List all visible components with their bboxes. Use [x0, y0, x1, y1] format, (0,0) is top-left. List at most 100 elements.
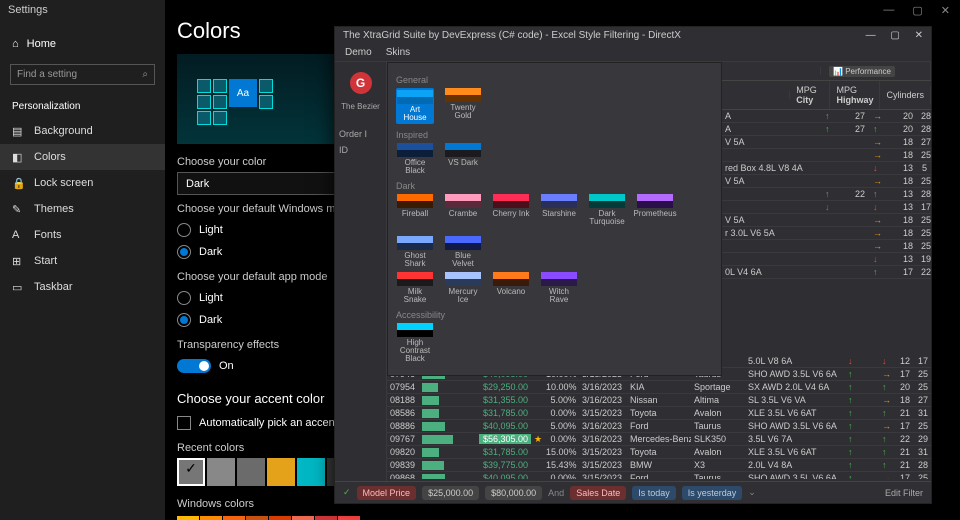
sidebar-item-colors[interactable]: ◧Colors: [0, 144, 165, 170]
table-row[interactable]: 09767$56,305.00★0.00%3/16/2023Mercedes-B…: [387, 433, 931, 446]
grid-row[interactable]: V 5A→1825: [721, 175, 931, 188]
chip-from[interactable]: $25,000.00: [422, 486, 479, 500]
sidebar-item-themes[interactable]: ✎Themes: [0, 196, 165, 222]
skin-twenty-gold[interactable]: Twenty Gold: [444, 88, 482, 124]
window-controls: — ▢ ✕: [873, 0, 960, 21]
skin-fireball[interactable]: Fireball: [396, 194, 434, 226]
dx-menu-skins[interactable]: Skins: [386, 47, 410, 58]
table-row[interactable]: 08586$31,785.000.00%3/15/2023ToyotaAvalo…: [387, 407, 931, 420]
chip-sales-date[interactable]: Sales Date: [570, 486, 626, 500]
sidebar-home[interactable]: ⌂ Home: [0, 30, 165, 58]
sidebar-item-lock-screen[interactable]: 🔒Lock screen: [0, 170, 165, 196]
sidebar-icon: ⊞: [12, 255, 24, 267]
recent-swatch[interactable]: [207, 458, 235, 486]
edit-filter-button[interactable]: Edit Filter: [885, 488, 923, 498]
grid-row[interactable]: A↑27↑2028: [721, 123, 931, 136]
skin-vs-dark[interactable]: VS Dark: [444, 143, 482, 175]
color-mode-value: Dark: [186, 178, 209, 190]
table-row[interactable]: 08886$40,095.005.00%3/16/2023FordTaurusS…: [387, 420, 931, 433]
grid-row[interactable]: 0L V4 6A↑1722: [721, 266, 931, 279]
sidebar-group-label: Personalization: [0, 91, 165, 118]
windows-color-swatch[interactable]: [338, 516, 360, 520]
skin-office-black[interactable]: Office Black: [396, 143, 434, 175]
grid-row[interactable]: →1825: [721, 240, 931, 253]
recent-swatch[interactable]: [297, 458, 325, 486]
windows-color-swatch[interactable]: [177, 516, 199, 520]
search-input[interactable]: Find a setting ⌕: [10, 64, 155, 85]
skin-prometheus[interactable]: Prometheus: [636, 194, 674, 226]
transparency-toggle[interactable]: [177, 359, 211, 373]
table-row[interactable]: 09820$31,785.0015.00%3/15/2023ToyotaAval…: [387, 446, 931, 459]
windows-colors: [177, 516, 960, 520]
grid-row[interactable]: A↑27→2028: [721, 110, 931, 123]
skin-mercury-ice[interactable]: Mercury Ice: [444, 272, 482, 304]
toggle-on-label: On: [219, 360, 234, 372]
dx-min-icon[interactable]: —: [866, 30, 876, 41]
grid-row[interactable]: →1825: [721, 149, 931, 162]
search-placeholder: Find a setting: [17, 69, 77, 80]
grid-row[interactable]: ↓↓1317: [721, 201, 931, 214]
table-row[interactable]: 08188$31,355.005.00%3/16/2023NissanAltim…: [387, 394, 931, 407]
table-row[interactable]: 07954$29,250.0010.00%3/16/2023KIASportag…: [387, 381, 931, 394]
windows-color-swatch[interactable]: [223, 516, 245, 520]
home-label: Home: [27, 38, 56, 50]
chip-more-icon[interactable]: ⌄: [748, 487, 756, 498]
table-row[interactable]: 09839$39,775.0015.43%3/15/2023BMWX32.0L …: [387, 459, 931, 472]
dx-max-icon[interactable]: ▢: [890, 30, 899, 41]
perf-badge: 📊 Performance: [829, 66, 895, 77]
grid-row[interactable]: ↓1319: [721, 253, 931, 266]
sidebar-item-fonts[interactable]: AFonts: [0, 222, 165, 248]
windows-color-swatch[interactable]: [315, 516, 337, 520]
sidebar: ⌂ Home Find a setting ⌕ Personalization …: [0, 0, 165, 520]
sidebar-item-taskbar[interactable]: ▭Taskbar: [0, 274, 165, 300]
filter-check-icon[interactable]: ✓: [343, 487, 351, 498]
skin-dark-turquoise[interactable]: Dark Turquoise: [588, 194, 626, 226]
dx-menu-demo[interactable]: Demo: [345, 47, 372, 58]
grid-row[interactable]: ↑22↑1328: [721, 188, 931, 201]
sidebar-icon: ✎: [12, 203, 24, 215]
skin-starshine[interactable]: Starshine: [540, 194, 578, 226]
win-close-icon[interactable]: ✕: [941, 4, 950, 17]
skin-crambe[interactable]: Crambe: [444, 194, 482, 226]
win-min-icon[interactable]: —: [883, 4, 894, 17]
skin-art-house[interactable]: Art House: [396, 88, 434, 124]
chip-to[interactable]: $80,000.00: [485, 486, 542, 500]
dx-left-panel: G The Bezier Order I ID: [335, 62, 387, 503]
home-icon: ⌂: [12, 38, 19, 50]
app-title: Settings: [8, 4, 48, 16]
recent-swatch[interactable]: [177, 458, 205, 486]
sidebar-item-start[interactable]: ⊞Start: [0, 248, 165, 274]
dx-close-icon[interactable]: ✕: [915, 30, 923, 41]
recent-swatch[interactable]: [267, 458, 295, 486]
dx-menu: Demo Skins: [335, 44, 931, 62]
preview-aa: Aa: [229, 79, 257, 107]
grid-row[interactable]: V 5A→1827: [721, 136, 931, 149]
grid-row[interactable]: red Box 4.8L V8 4A↓135: [721, 162, 931, 175]
skin-ghost-shark[interactable]: Ghost Shark: [396, 236, 434, 268]
grid-row[interactable]: V 5A→1825: [721, 214, 931, 227]
chip-model-price[interactable]: Model Price: [357, 486, 417, 500]
skin-high-contrast-black[interactable]: High Contrast Black: [396, 323, 434, 363]
windows-color-swatch[interactable]: [269, 516, 291, 520]
chip-today[interactable]: Is today: [632, 486, 676, 500]
skin-witch-rave[interactable]: Witch Rave: [540, 272, 578, 304]
chip-and: And: [548, 488, 564, 498]
skin-milk-snake[interactable]: Milk Snake: [396, 272, 434, 304]
dx-window: The XtraGrid Suite by DevExpress (C# cod…: [334, 26, 932, 504]
skin-volcano[interactable]: Volcano: [492, 272, 530, 304]
win-max-icon[interactable]: ▢: [912, 4, 922, 17]
dx-logo-icon: G: [350, 72, 372, 94]
sidebar-item-background[interactable]: ▤Background: [0, 118, 165, 144]
sidebar-icon: 🔒: [12, 177, 24, 189]
recent-swatch[interactable]: [237, 458, 265, 486]
skin-cherry-ink[interactable]: Cherry Ink: [492, 194, 530, 226]
sidebar-icon: ◧: [12, 151, 24, 163]
chip-yesterday[interactable]: Is yesterday: [682, 486, 743, 500]
windows-color-swatch[interactable]: [292, 516, 314, 520]
grid-row[interactable]: r 3.0L V6 5A→1825: [721, 227, 931, 240]
windows-color-swatch[interactable]: [200, 516, 222, 520]
sidebar-icon: A: [12, 229, 24, 241]
skin-blue-velvet[interactable]: Blue Velvet: [444, 236, 482, 268]
windows-color-swatch[interactable]: [246, 516, 268, 520]
table-row[interactable]: 09868$40,095.000.00%3/15/2023FordTaurusS…: [387, 472, 931, 479]
